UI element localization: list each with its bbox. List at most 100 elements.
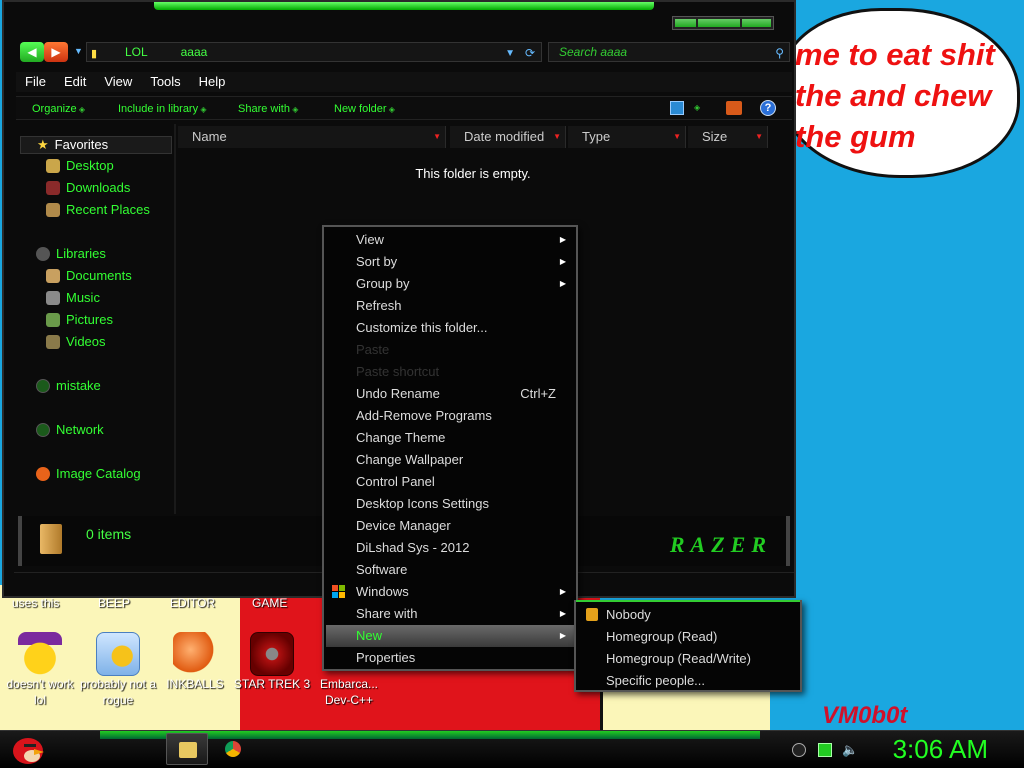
videos-icon — [46, 335, 60, 349]
sidebar-item-documents[interactable]: Documents — [46, 266, 132, 286]
submenu-item-nobody[interactable]: Nobody — [578, 604, 798, 626]
menu-item-label: Paste — [356, 342, 390, 357]
taskbar-clock[interactable]: 3:06 AM — [893, 734, 988, 765]
menu-file[interactable]: File — [16, 72, 55, 92]
column-header-date-modified[interactable]: Date modified — [450, 126, 566, 148]
breadcrumb-segment[interactable]: aaaa — [181, 45, 208, 59]
share-with-button[interactable]: Share with — [238, 97, 298, 122]
menu-item-customize[interactable]: Customize this folder... — [326, 317, 574, 339]
desktop-icon-label[interactable]: BEEP — [98, 596, 130, 610]
tray-volume-icon[interactable]: 🔈 — [842, 743, 858, 757]
menu-item-software[interactable]: Software — [326, 559, 574, 581]
search-icon[interactable]: ⚲ — [775, 44, 784, 62]
desktop-icon-inkballs[interactable]: INKBALLS — [155, 632, 235, 692]
organize-button[interactable]: Organize — [32, 97, 85, 122]
address-dropdown-icon[interactable]: ▼ — [505, 45, 515, 63]
sidebar-item-downloads[interactable]: Downloads — [46, 178, 130, 198]
menu-item-share-with[interactable]: Share with ▶ — [326, 603, 574, 625]
include-in-library-button[interactable]: Include in library — [118, 97, 206, 122]
sidebar-item-desktop[interactable]: Desktop — [46, 156, 114, 176]
menu-item-properties[interactable]: Properties — [326, 647, 574, 669]
new-folder-button[interactable]: New folder — [334, 97, 395, 122]
menu-tools[interactable]: Tools — [141, 72, 189, 92]
sidebar-item-music[interactable]: Music — [46, 288, 100, 308]
share-with-submenu: Nobody Homegroup (Read) Homegroup (Read/… — [574, 600, 802, 692]
column-label: Date modified — [464, 129, 545, 144]
submenu-arrow-icon: ▶ — [559, 587, 566, 596]
tray-network-icon[interactable] — [818, 743, 832, 757]
menu-item-desktop-icons-settings[interactable]: Desktop Icons Settings — [326, 493, 574, 515]
refresh-icon[interactable]: ⟳ — [525, 44, 535, 62]
menu-item-refresh[interactable]: Refresh — [326, 295, 574, 317]
menu-item-device-manager[interactable]: Device Manager — [326, 515, 574, 537]
submenu-item-homegroup-read[interactable]: Homegroup (Read) — [578, 626, 798, 648]
sidebar-item-favorites[interactable]: ★ Favorites — [20, 136, 172, 154]
menu-view[interactable]: View — [95, 72, 141, 92]
address-bar[interactable]: ▮ LOL aaaa ▼ ⟳ — [86, 42, 542, 62]
breadcrumb-segment[interactable]: LOL — [125, 45, 147, 59]
desktop-icon-label[interactable]: uses this — [12, 596, 59, 610]
submenu-arrow-icon: ▶ — [559, 235, 566, 244]
taskbar: 🔈 3:06 AM — [0, 730, 1024, 768]
menu-item-dilshad-sys[interactable]: DiLshad Sys - 2012 — [326, 537, 574, 559]
search-input[interactable]: Search aaaa ⚲ — [548, 42, 790, 62]
menu-item-paste-shortcut: Paste shortcut — [326, 361, 574, 383]
gears-program-icon — [96, 632, 140, 676]
sidebar-item-network[interactable]: Network — [36, 420, 104, 440]
menu-item-undo-rename[interactable]: Undo Rename Ctrl+Z — [326, 383, 574, 405]
submenu-arrow-icon: ▶ — [559, 631, 566, 640]
menu-item-change-theme[interactable]: Change Theme — [326, 427, 574, 449]
sidebar-item-pictures[interactable]: Pictures — [46, 310, 113, 330]
menu-item-add-remove-programs[interactable]: Add-Remove Programs — [326, 405, 574, 427]
desktop-icon-star-trek[interactable]: STAR TREK 3 — [232, 632, 312, 692]
taskbar-explorer-button[interactable] — [166, 733, 208, 765]
sidebar-item-mistake[interactable]: mistake — [36, 376, 101, 396]
image-catalog-icon — [36, 467, 50, 481]
windows-logo-icon — [332, 585, 346, 599]
view-dropdown-icon[interactable]: ◈ — [694, 101, 702, 115]
help-icon[interactable]: ? — [760, 100, 776, 116]
menu-help[interactable]: Help — [190, 72, 235, 92]
sidebar-item-videos[interactable]: Videos — [46, 332, 106, 352]
desktop-icon-label[interactable]: GAME — [252, 596, 287, 610]
sidebar-item-label: Pictures — [66, 312, 113, 327]
sidebar-item-label: Downloads — [66, 180, 131, 195]
angry-bird-icon — [13, 738, 44, 764]
sidebar-item-libraries[interactable]: Libraries — [36, 244, 106, 264]
submenu-item-homegroup-read-write[interactable]: Homegroup (Read/Write) — [578, 648, 798, 670]
menu-item-windows[interactable]: Windows ▶ — [326, 581, 574, 603]
desktop-icon-label[interactable]: EDITOR — [170, 596, 215, 610]
pane-divider[interactable] — [174, 124, 176, 514]
menu-edit[interactable]: Edit — [55, 72, 95, 92]
minimize-button[interactable] — [675, 19, 696, 27]
pictures-icon — [46, 313, 60, 327]
inkball-icon — [173, 632, 217, 676]
column-header-size[interactable]: Size — [688, 126, 768, 148]
desktop-icon-yahoo[interactable]: doesn't work lol — [0, 632, 80, 708]
menu-item-control-panel[interactable]: Control Panel — [326, 471, 574, 493]
documents-icon — [46, 269, 60, 283]
sidebar-item-recent-places[interactable]: Recent Places — [46, 200, 150, 220]
taskbar-chrome-button[interactable] — [214, 733, 256, 765]
preview-pane-icon[interactable] — [726, 101, 742, 115]
desktop-icon-gears[interactable]: probably not a rogue — [78, 632, 158, 708]
recent-pages-dropdown[interactable]: ▼ — [74, 46, 83, 56]
column-header-type[interactable]: Type — [568, 126, 686, 148]
maximize-button[interactable] — [697, 19, 740, 27]
submenu-arrow-icon: ▶ — [559, 257, 566, 266]
menu-item-sort-by[interactable]: Sort by ▶ — [326, 251, 574, 273]
submenu-item-specific-people[interactable]: Specific people... — [578, 670, 798, 692]
menu-item-label: New — [356, 628, 383, 643]
menu-item-new[interactable]: New ▶ — [326, 625, 574, 647]
start-button[interactable] — [6, 731, 48, 767]
tray-bluetooth-icon[interactable] — [792, 743, 806, 757]
forward-button[interactable]: ▶ — [44, 42, 68, 62]
menu-item-view[interactable]: View ▶ — [326, 229, 574, 251]
sidebar-item-image-catalog[interactable]: Image Catalog — [36, 464, 141, 484]
view-options-icon[interactable] — [670, 101, 684, 115]
close-button[interactable] — [741, 19, 771, 27]
column-header-name[interactable]: Name — [178, 126, 446, 148]
menu-item-group-by[interactable]: Group by ▶ — [326, 273, 574, 295]
back-button[interactable]: ◀ — [20, 42, 44, 62]
menu-item-change-wallpaper[interactable]: Change Wallpaper — [326, 449, 574, 471]
